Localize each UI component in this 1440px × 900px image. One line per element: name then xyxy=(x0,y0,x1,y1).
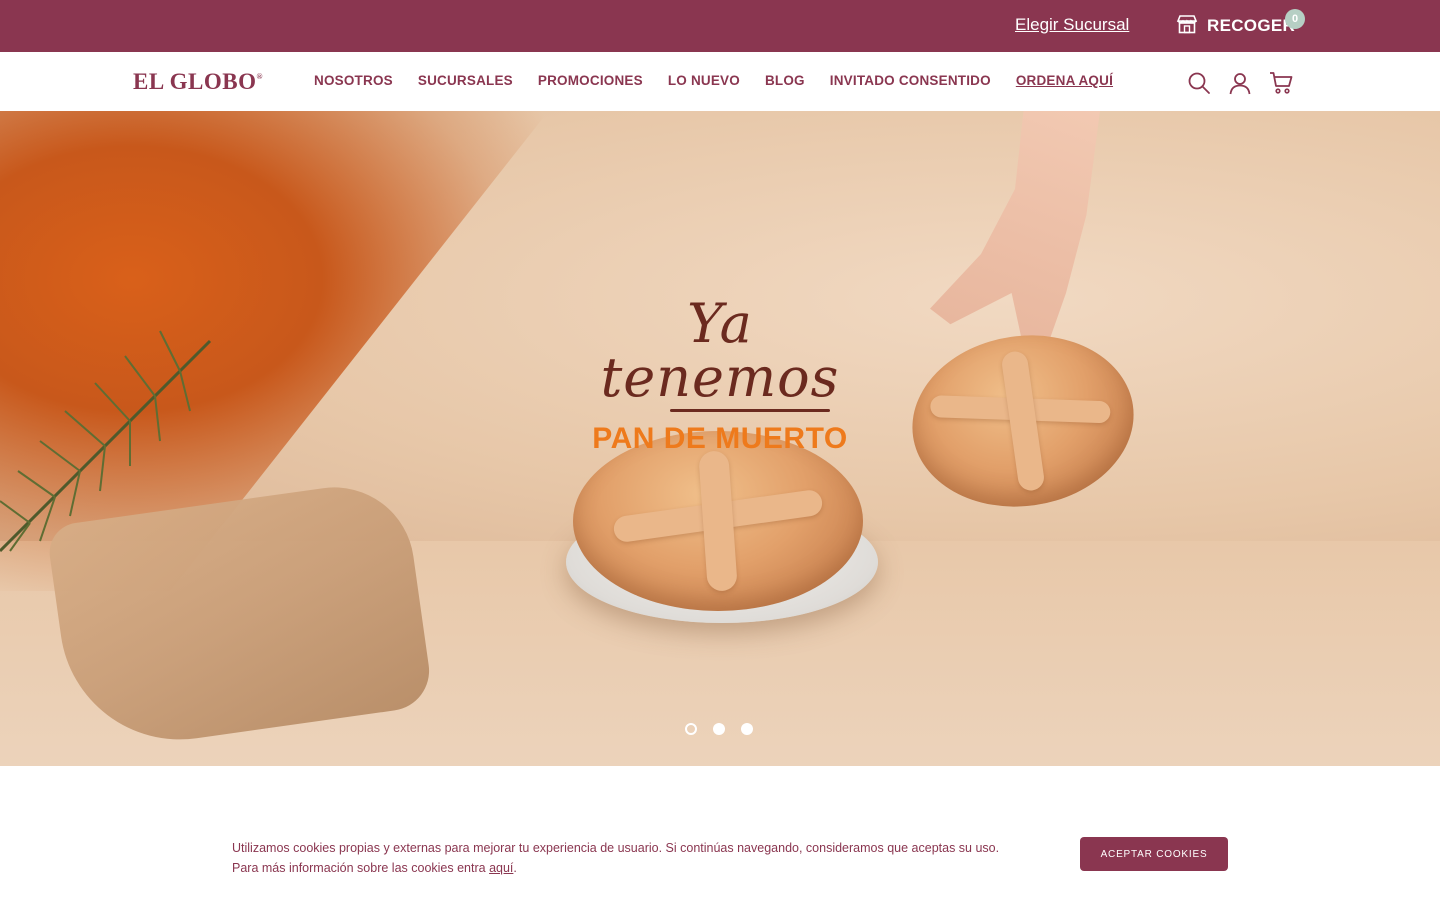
user-icon[interactable] xyxy=(1227,70,1253,96)
el-globo-logo[interactable]: EL GLOBO® xyxy=(133,69,263,95)
search-icon[interactable] xyxy=(1186,70,1212,96)
hero-underline xyxy=(670,409,830,412)
cookie-info-link[interactable]: aquí xyxy=(489,861,513,875)
cookie-text-prefix: Para más información sobre las cookies e… xyxy=(232,861,490,875)
store-icon xyxy=(1176,13,1198,40)
logo-text: EL GLOBO xyxy=(133,69,257,94)
hero-headline: Ya tenemos PAN DE MUERTO xyxy=(560,297,880,456)
cart-count-badge: 0 xyxy=(1285,9,1305,29)
cookie-text-line2: Para más información sobre las cookies e… xyxy=(232,858,1072,878)
carousel-dot-3[interactable] xyxy=(741,723,753,735)
cookie-text-suffix: . xyxy=(513,861,517,875)
hero-banner[interactable]: Ya tenemos PAN DE MUERTO xyxy=(0,111,1440,766)
accept-cookies-button[interactable]: ACEPTAR COOKIES xyxy=(1080,837,1228,871)
pan-de-muerto-image xyxy=(573,431,863,611)
hero-subtitle: PAN DE MUERTO xyxy=(592,422,848,455)
carousel-dot-2[interactable] xyxy=(713,723,725,735)
bread-bone-decoration xyxy=(698,450,738,592)
nav-link-blog[interactable]: BLOG xyxy=(765,73,805,88)
bread-bone-decoration xyxy=(1000,349,1046,493)
nav-link-nosotros[interactable]: NOSOTROS xyxy=(314,73,393,88)
nav-icons xyxy=(1186,70,1294,96)
top-bar: Elegir Sucursal RECOGER xyxy=(0,0,1440,52)
carousel-dot-1[interactable] xyxy=(685,723,697,735)
main-navbar: EL GLOBO® NOSOTROS SUCURSALES PROMOCIONE… xyxy=(0,52,1440,111)
choose-branch-link[interactable]: Elegir Sucursal xyxy=(1015,15,1129,35)
carousel-dots xyxy=(685,723,753,735)
nav-link-promociones[interactable]: PROMOCIONES xyxy=(538,73,643,88)
cookie-banner: Utilizamos cookies propias y externas pa… xyxy=(0,766,1440,900)
nav-link-ordena-aqui[interactable]: ORDENA AQUÍ xyxy=(1016,73,1113,88)
pickup-label: RECOGER xyxy=(1207,16,1296,35)
hero-script-title: Ya tenemos xyxy=(600,292,840,409)
nav-link-lo-nuevo[interactable]: LO NUEVO xyxy=(668,73,740,88)
nav-links: NOSOTROS SUCURSALES PROMOCIONES LO NUEVO… xyxy=(314,73,1113,88)
pickup-button[interactable]: RECOGER xyxy=(1176,13,1295,39)
cart-icon[interactable] xyxy=(1268,70,1294,96)
cookie-message: Utilizamos cookies propias y externas pa… xyxy=(232,838,1072,878)
cookie-text-line1: Utilizamos cookies propias y externas pa… xyxy=(232,841,1000,855)
registered-mark: ® xyxy=(256,72,263,81)
nav-link-invitado-consentido[interactable]: INVITADO CONSENTIDO xyxy=(830,73,991,88)
nav-link-sucursales[interactable]: SUCURSALES xyxy=(418,73,513,88)
